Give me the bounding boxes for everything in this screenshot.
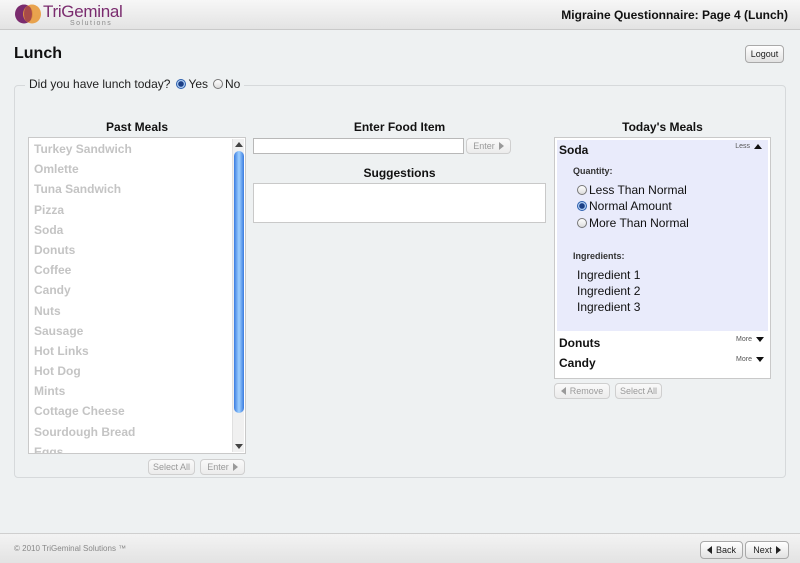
logo-sub-text: Solutions	[70, 20, 113, 27]
arrow-left-icon	[706, 546, 712, 554]
past-meal-item[interactable]: Hot Links	[29, 341, 135, 361]
triangle-up-icon	[754, 144, 762, 149]
quantity-normal-radio[interactable]	[577, 201, 587, 211]
past-meal-item[interactable]: Omlette	[29, 159, 135, 179]
ingredient-item: Ingredient 3	[577, 300, 641, 314]
page-title: Lunch	[14, 45, 62, 62]
meal-toggle-label: Less	[735, 143, 750, 150]
meal-toggle-label: More	[736, 356, 752, 363]
page-heading: Migraine Questionnaire: Page 4 (Lunch)	[561, 8, 788, 22]
meal-name: Soda	[559, 143, 589, 157]
trigeminal-logo: TriGeminal Solutions	[14, 2, 124, 28]
suggestions-list[interactable]	[253, 183, 546, 223]
quantity-option-more[interactable]: More Than Normal	[577, 216, 689, 230]
logout-button[interactable]: Logout	[745, 45, 784, 63]
past-meal-item[interactable]: Sourdough Bread	[29, 422, 135, 442]
past-meals-heading: Past Meals	[105, 120, 169, 134]
past-meal-item[interactable]: Donuts	[29, 240, 135, 260]
ingredients-label: Ingredients:	[573, 251, 625, 261]
meals-select-all-label: Select All	[619, 386, 658, 396]
arrow-left-icon	[560, 387, 566, 395]
quantity-label: Quantity:	[573, 166, 613, 176]
meal-more-toggle[interactable]: More	[736, 336, 764, 343]
lunch-question: Did you have lunch today? Yes No	[25, 77, 245, 91]
triangle-down-icon	[756, 357, 764, 362]
quantity-option-label[interactable]: More Than Normal	[589, 216, 689, 230]
past-meals-list[interactable]: Turkey Sandwich Omlette Tuna Sandwich Pizza…	[28, 137, 246, 454]
lunch-yes-label[interactable]: Yes	[188, 77, 208, 91]
past-meal-item[interactable]: Soda	[29, 220, 135, 240]
arrow-right-icon	[775, 546, 781, 554]
remove-button[interactable]: Remove	[554, 383, 610, 399]
next-label: Next	[753, 545, 772, 555]
past-meal-item[interactable]: Sausage	[29, 321, 135, 341]
todays-meals-list[interactable]: Soda Less Quantity: Less Than Normal Nor…	[554, 137, 771, 379]
food-enter-button[interactable]: Enter	[466, 138, 511, 154]
lunch-no-label[interactable]: No	[225, 77, 240, 91]
meal-more-toggle[interactable]: More	[736, 356, 764, 363]
past-meal-item[interactable]: Coffee	[29, 260, 135, 280]
past-meal-item[interactable]: Tuna Sandwich	[29, 179, 135, 199]
past-meal-item[interactable]: Eggs	[29, 442, 135, 453]
enter-food-heading: Enter Food Item	[353, 120, 446, 134]
triangle-down-icon	[756, 337, 764, 342]
lunch-no-radio[interactable]	[213, 79, 224, 89]
suggestions-heading: Suggestions	[363, 166, 436, 180]
arrow-right-icon	[232, 463, 238, 471]
past-meal-item[interactable]: Cottage Cheese	[29, 401, 135, 421]
food-enter-label: Enter	[473, 141, 495, 151]
quantity-option-normal[interactable]: Normal Amount	[577, 199, 672, 213]
logo-brand-text: TriGeminal	[43, 2, 123, 21]
past-meal-item[interactable]: Pizza	[29, 200, 135, 220]
past-meal-item[interactable]: Mints	[29, 381, 135, 401]
scroll-up-icon[interactable]	[235, 142, 243, 147]
remove-label: Remove	[569, 386, 604, 396]
scroll-down-icon[interactable]	[235, 444, 243, 449]
ingredient-item: Ingredient 2	[577, 284, 641, 298]
past-meal-item[interactable]: Hot Dog	[29, 361, 135, 381]
next-button[interactable]: Next	[745, 541, 789, 559]
past-enter-label: Enter	[207, 462, 229, 472]
past-meal-item[interactable]: Nuts	[29, 301, 135, 321]
past-meals-scrollbar[interactable]	[232, 139, 244, 452]
app-header: TriGeminal Solutions Migraine Questionna…	[0, 0, 800, 30]
app-footer: © 2010 TriGeminal Solutions ™ Back Next	[0, 533, 800, 563]
lunch-yes-radio[interactable]	[176, 79, 187, 89]
quantity-option-label[interactable]: Less Than Normal	[589, 183, 687, 197]
scroll-thumb[interactable]	[234, 151, 244, 413]
ingredient-item: Ingredient 1	[577, 268, 641, 282]
past-select-all-label: Select All	[152, 462, 191, 472]
meal-item-soda[interactable]: Soda Less Quantity: Less Than Normal Nor…	[557, 140, 768, 331]
meal-name: Candy	[559, 356, 596, 370]
meal-toggle-label: More	[736, 336, 752, 343]
logo-circles-icon	[15, 4, 41, 24]
quantity-option-label[interactable]: Normal Amount	[589, 199, 672, 213]
back-label: Back	[715, 545, 736, 555]
meals-select-all-button[interactable]: Select All	[615, 383, 662, 399]
past-meal-item[interactable]: Candy	[29, 280, 135, 300]
quantity-more-radio[interactable]	[577, 218, 587, 228]
quantity-less-radio[interactable]	[577, 185, 587, 195]
todays-meals-heading: Today's Meals	[622, 120, 703, 134]
past-meals-items: Turkey Sandwich Omlette Tuna Sandwich Pizza…	[29, 139, 135, 453]
past-select-all-button[interactable]: Select All	[148, 459, 195, 475]
copyright-text: © 2010 TriGeminal Solutions ™	[14, 544, 127, 553]
meal-name: Donuts	[559, 336, 601, 350]
back-button[interactable]: Back	[700, 541, 743, 559]
food-item-input[interactable]	[253, 138, 464, 154]
meal-less-toggle[interactable]: Less	[735, 143, 762, 150]
quantity-option-less[interactable]: Less Than Normal	[577, 183, 687, 197]
past-meal-item[interactable]: Turkey Sandwich	[29, 139, 135, 159]
arrow-right-icon	[498, 142, 504, 150]
lunch-question-label: Did you have lunch today?	[29, 77, 171, 91]
past-enter-button[interactable]: Enter	[200, 459, 245, 475]
